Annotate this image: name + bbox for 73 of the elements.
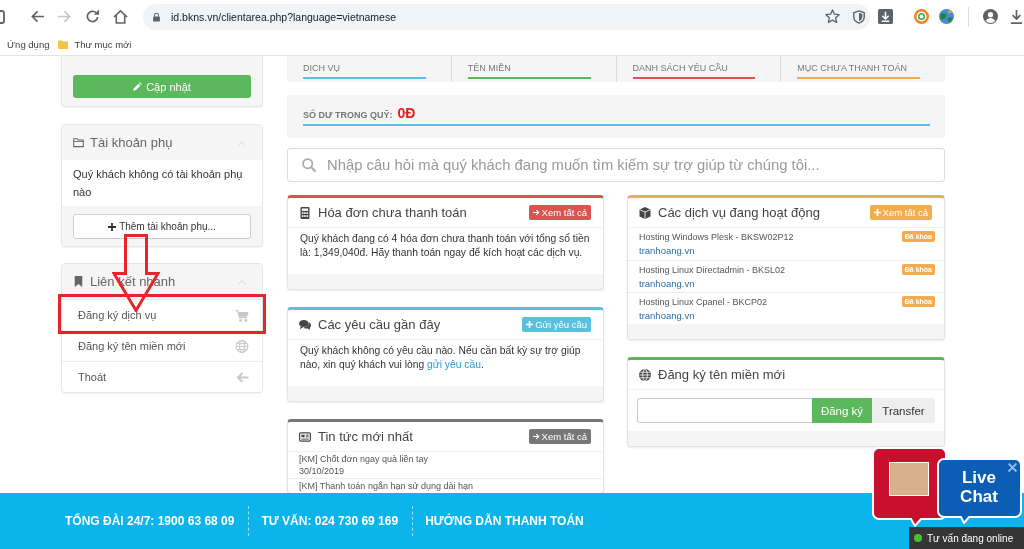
quick-link[interactable]: Thoát xyxy=(62,362,262,392)
card-title: Các dịch vụ đang hoạt động xyxy=(658,205,820,220)
balance-label: SỐ DƯ TRONG QUỸ: xyxy=(303,110,393,120)
card-text: Quý khách không có yêu cầu nào. Nếu cần bất kỳ sự trợ giúp nào, xin quý khách vui lòng gửi yêu cầu. xyxy=(299,344,582,372)
view-all-button[interactable]: Xem tất cả xyxy=(528,205,591,220)
stat-title[interactable]: MỤC CHƯA THANH TOÁN xyxy=(797,62,907,74)
star-icon[interactable] xyxy=(825,9,840,24)
photo-placeholder xyxy=(889,462,929,496)
close-icon[interactable] xyxy=(1008,463,1017,472)
service-name: Hosting Windows Plesk - BKSW02P12 xyxy=(639,231,794,244)
stat-title[interactable]: DANH SÁCH YÊU CẦU xyxy=(632,62,728,74)
ring-icon[interactable] xyxy=(914,9,929,24)
folder-icon xyxy=(73,137,84,148)
cube-icon xyxy=(639,206,651,219)
arrow-left-icon xyxy=(235,370,249,384)
home-icon[interactable] xyxy=(113,9,128,24)
service-name: Hosting Linux Cpanel - BKCP02 xyxy=(639,296,768,309)
view-all-button[interactable]: Xem tất cả xyxy=(528,429,591,444)
panel-title: Tài khoản phụ xyxy=(90,135,173,150)
request-link[interactable]: gửi yêu cầu xyxy=(427,359,481,370)
footer-text: HƯỚNG DẪN THANH TOÁN xyxy=(425,514,584,528)
card-title: Các yêu cầu gần đây xyxy=(318,317,441,332)
search-field[interactable]: Nhập câu hỏi mà quý khách đang muốn tìm kiếm sự trợ giúp từ chúng tôi... xyxy=(287,148,945,182)
arrow-right-icon xyxy=(532,209,540,216)
news-title[interactable]: [KM] Thanh toán ngắn hạn sử dụng dài hạn xyxy=(299,480,473,492)
search-icon xyxy=(302,158,316,172)
footer-text: TỔNG ĐÀI 24/7: 1900 63 68 09 xyxy=(65,514,235,528)
plus-icon xyxy=(108,222,117,231)
news-title[interactable]: [KM] Chốt đơn ngay quà liền tay xyxy=(299,453,428,465)
address-bar[interactable]: id.bkns.vn/clientarea.php?language=vietnamese xyxy=(143,3,870,30)
arrow-right-icon xyxy=(532,433,540,440)
pencil-icon xyxy=(133,82,143,91)
lock-icon xyxy=(152,11,161,22)
add-subaccount-button[interactable]: Thêm tài khoản phụ... xyxy=(73,214,251,239)
back-icon[interactable] xyxy=(30,9,45,24)
plus-icon xyxy=(526,321,534,328)
window-icon xyxy=(0,8,6,25)
service-domain[interactable]: tranhoang.vn xyxy=(639,309,695,323)
calculator-icon xyxy=(299,206,311,219)
card-title: Tin tức mới nhất xyxy=(318,429,413,444)
domain-input[interactable] xyxy=(637,398,812,423)
download-icon[interactable] xyxy=(1009,9,1024,24)
news-date: 30/10/2019 xyxy=(299,465,345,477)
transfer-button[interactable]: Transfer xyxy=(872,398,935,423)
plus-icon xyxy=(873,209,881,216)
folder-icon xyxy=(58,38,69,50)
card-text: Quý khách đang có 4 hóa đơn chưa thanh toán với tổng số tiền là: 1,349,040đ. Hãy thanh toán ngay để kích hoạt các dịch vụ. xyxy=(299,232,591,260)
bookmark-icon xyxy=(73,276,84,287)
quick-link[interactable]: Đăng ký dịch vụ xyxy=(62,300,262,330)
newspaper-icon xyxy=(299,430,311,443)
shield-icon[interactable] xyxy=(852,9,866,24)
stat-title[interactable]: TÊN MIỀN xyxy=(467,62,511,74)
stat-title[interactable]: DỊCH VỤ xyxy=(303,62,340,74)
service-domain[interactable]: tranhoang.vn xyxy=(639,244,695,258)
reload-icon[interactable] xyxy=(85,9,100,24)
card-title: Đăng ký tên miền mới xyxy=(658,367,786,382)
panel-text: Quý khách không có tài khoản phụ nào xyxy=(72,167,244,200)
profile-icon[interactable] xyxy=(983,9,998,24)
balance-amount: 0Đ xyxy=(397,105,416,121)
footer-text: TƯ VẤN: 024 730 69 169 xyxy=(261,514,399,528)
chat-bubbles-icon xyxy=(299,318,311,331)
bookmark-item[interactable]: Ứng dụng xyxy=(7,38,50,50)
card-title: Hóa đơn chưa thanh toán xyxy=(318,205,467,220)
live-chat-button[interactable]: Live Chat xyxy=(937,458,1022,524)
globe-icon xyxy=(639,368,651,381)
globe-icon[interactable] xyxy=(939,9,954,24)
service-name: Hosting Linux Directadmin - BKSL02 xyxy=(639,264,786,277)
download-box-icon[interactable] xyxy=(878,9,893,24)
cart-icon xyxy=(235,308,249,322)
service-domain[interactable]: tranhoang.vn xyxy=(639,277,695,291)
chat-status: Tư vấn đang online xyxy=(927,532,1014,544)
bookmark-item[interactable]: Thư mục mới xyxy=(58,38,132,50)
globe-icon xyxy=(235,339,249,353)
